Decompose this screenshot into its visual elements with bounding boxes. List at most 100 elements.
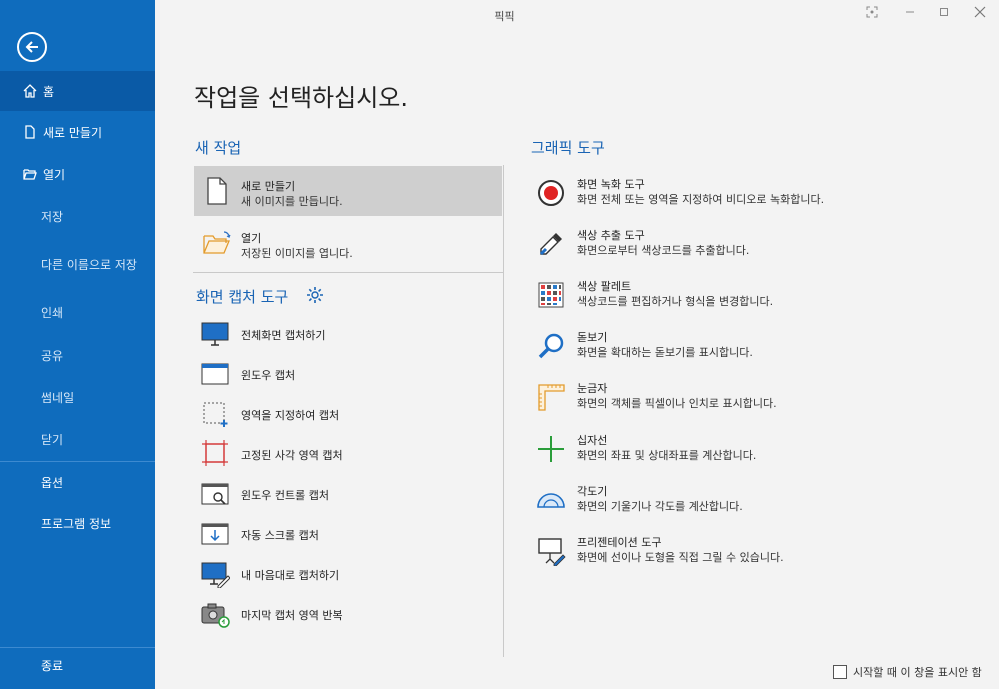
capture-repeat-last[interactable]: 마지막 캡처 영역 반복: [194, 596, 502, 632]
sidebar-item-label: 인쇄: [41, 305, 64, 320]
capture-label: 고정된 사각 영역 캡처: [241, 449, 343, 462]
section-divider: [193, 272, 503, 273]
sidebar-item-label: 썸네일: [41, 390, 75, 405]
tool-desc: 화면 전체 또는 영역을 지정하여 비디오로 녹화합니다.: [577, 193, 825, 206]
capture-freehand[interactable]: 내 마음대로 캡처하기: [194, 556, 502, 592]
close-button[interactable]: [970, 6, 990, 22]
sidebar-item-label: 옵션: [41, 475, 64, 490]
graphic-tools-title: 그래픽 도구: [531, 139, 605, 157]
capture-label: 영역을 지정하여 캡처: [241, 409, 340, 422]
capture-label: 윈도우 캡처: [241, 369, 296, 382]
sidebar-item-home[interactable]: 홈: [0, 71, 155, 111]
sidebar-item-label: 종료: [41, 658, 64, 673]
home-icon: [23, 84, 37, 98]
back-button[interactable]: [17, 32, 47, 62]
tool-title: 각도기: [577, 485, 608, 498]
tool-desc: 화면의 기울기나 각도를 계산합니다.: [577, 500, 743, 513]
sidebar-item-close[interactable]: 닫기: [0, 419, 155, 459]
sidebar-item-new[interactable]: 새로 만들기: [0, 112, 155, 152]
sidebar-item-label: 닫기: [41, 432, 64, 447]
sidebar-item-label: 다른 이름으로 저장: [41, 257, 137, 272]
new-file-icon: [207, 177, 227, 205]
folder-open-icon: [203, 231, 231, 254]
capture-fullscreen[interactable]: 전체화면 캡처하기: [194, 316, 502, 352]
tool-protractor[interactable]: 각도기 화면의 기울기나 각도를 계산합니다.: [530, 479, 970, 527]
sidebar-item-label: 새로 만들기: [43, 125, 103, 140]
tool-desc: 화면의 좌표 및 상대좌표를 계산합니다.: [577, 449, 757, 462]
capture-fixed-region[interactable]: 고정된 사각 영역 캡처: [194, 436, 502, 472]
capture-auto-scroll[interactable]: 자동 스크롤 캡처: [194, 516, 502, 552]
protractor-icon: [537, 493, 565, 508]
sidebar-item-label: 저장: [41, 209, 64, 224]
capture-label: 전체화면 캡처하기: [241, 329, 326, 342]
region-select-icon: [203, 402, 228, 427]
title-bar: 픽픽: [155, 0, 999, 30]
sidebar-item-label: 프로그램 정보: [41, 516, 112, 531]
tool-title: 색상 팔레트: [577, 280, 632, 293]
checkbox-box[interactable]: [833, 665, 847, 679]
crosshair-icon: [538, 436, 564, 462]
sidebar-item-label: 홈: [43, 84, 55, 99]
tool-desc: 색상코드를 편집하거나 형식을 변경합니다.: [577, 295, 774, 308]
tool-color-palette[interactable]: 색상 팔레트 색상코드를 편집하거나 형식을 변경합니다.: [530, 274, 970, 322]
capture-tools-title: 화면 캡처 도구: [196, 288, 289, 306]
open-image-task[interactable]: 열기 저장된 이미지를 엽니다.: [194, 218, 502, 268]
folder-open-icon: [23, 169, 37, 180]
app-title: 픽픽: [494, 10, 515, 23]
checkbox-label: 시작할 때 이 창을 표시안 함: [853, 666, 982, 679]
tool-title: 색상 추출 도구: [577, 229, 645, 242]
new-image-task[interactable]: 새로 만들기 새 이미지를 만듭니다.: [194, 166, 502, 216]
sidebar-item-thumbnail[interactable]: 썸네일: [0, 377, 155, 417]
tool-presentation[interactable]: 프리젠테이션 도구 화면에 선이나 도형을 직접 그릴 수 있습니다.: [530, 530, 970, 578]
tool-title: 눈금자: [577, 382, 608, 395]
gear-icon[interactable]: [306, 286, 324, 304]
new-file-icon: [25, 125, 35, 139]
freehand-capture-icon: [201, 562, 230, 588]
capture-label: 마지막 캡처 영역 반복: [241, 609, 343, 622]
tool-desc: 화면의 객체를 픽셀이나 인치로 표시합니다.: [577, 397, 777, 410]
minimize-button[interactable]: [900, 6, 920, 22]
capture-window-control[interactable]: 윈도우 컨트롤 캡처: [194, 476, 502, 512]
task-title: 새로 만들기: [241, 180, 296, 193]
tool-ruler[interactable]: 눈금자 화면의 객체를 픽셀이나 인치로 표시합니다.: [530, 376, 970, 424]
sidebar-item-about[interactable]: 프로그램 정보: [0, 503, 155, 543]
ruler-icon: [538, 384, 565, 411]
tool-screen-recorder[interactable]: 화면 녹화 도구 화면 전체 또는 영역을 지정하여 비디오로 녹화합니다.: [530, 172, 970, 220]
sidebar-item-options[interactable]: 옵션: [0, 462, 155, 502]
column-divider: [503, 165, 504, 657]
sidebar: 홈 새로 만들기 열기 저장 다른 이름으로 저장 인쇄 공유 썸네일 닫기 옵…: [0, 0, 155, 689]
monitor-icon: [201, 322, 229, 346]
capture-window[interactable]: 윈도우 캡처: [194, 356, 502, 392]
camera-repeat-icon: [201, 603, 230, 628]
presentation-board-icon: [538, 538, 566, 566]
capture-label: 윈도우 컨트롤 캡처: [241, 489, 329, 502]
tool-title: 프리젠테이션 도구: [577, 536, 662, 549]
scroll-capture-icon: [201, 523, 229, 545]
hide-on-startup-checkbox[interactable]: 시작할 때 이 창을 표시안 함: [833, 664, 982, 680]
magnifier-icon: [538, 333, 564, 359]
task-desc: 새 이미지를 만듭니다.: [241, 195, 343, 208]
page-title: 작업을 선택하십시오.: [194, 84, 408, 112]
tool-title: 십자선: [577, 434, 608, 447]
sidebar-item-open[interactable]: 열기: [0, 154, 155, 194]
back-arrow-icon: [25, 41, 38, 53]
maximize-button[interactable]: [934, 6, 954, 22]
sidebar-item-save-as[interactable]: 다른 이름으로 저장: [0, 244, 155, 284]
sidebar-item-share[interactable]: 공유: [0, 335, 155, 375]
sidebar-item-save[interactable]: 저장: [0, 196, 155, 236]
task-title: 열기: [241, 232, 262, 245]
tool-color-picker[interactable]: 색상 추출 도구 화면으로부터 색상코드를 추출합니다.: [530, 223, 970, 271]
fixed-region-icon: [202, 440, 228, 466]
window-icon: [201, 363, 229, 385]
record-icon: [538, 180, 564, 206]
capture-label: 내 마음대로 캡처하기: [241, 569, 340, 582]
window-control-icon: [201, 483, 229, 505]
capture-region[interactable]: 영역을 지정하여 캡처: [194, 396, 502, 432]
tool-title: 화면 녹화 도구: [577, 178, 645, 191]
tool-crosshair[interactable]: 십자선 화면의 좌표 및 상대좌표를 계산합니다.: [530, 428, 970, 476]
capture-icon[interactable]: [862, 6, 882, 22]
sidebar-item-print[interactable]: 인쇄: [0, 292, 155, 332]
tool-magnifier[interactable]: 돋보기 화면을 확대하는 돋보기를 표시합니다.: [530, 325, 970, 373]
eyedropper-icon: [539, 233, 562, 256]
sidebar-item-exit[interactable]: 종료: [0, 645, 155, 685]
